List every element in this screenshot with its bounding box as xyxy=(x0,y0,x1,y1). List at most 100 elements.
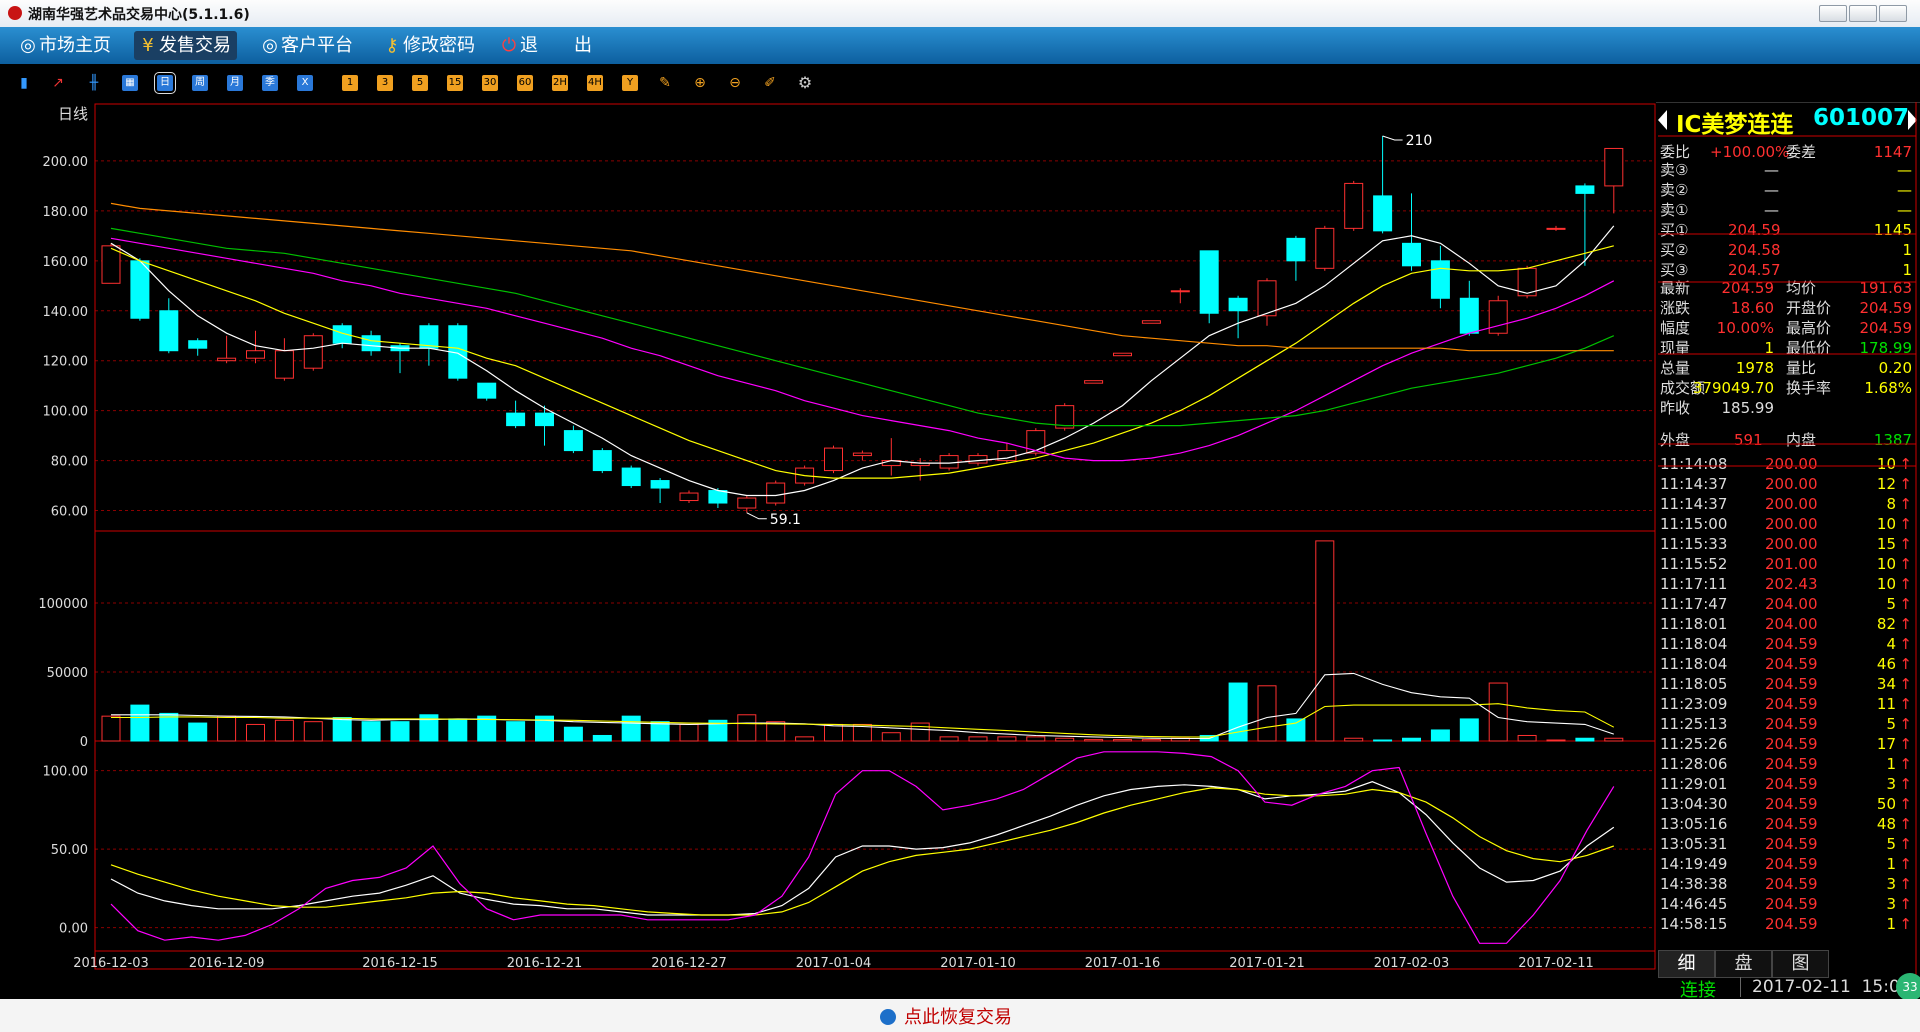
main-menu: ◎ 市场主页 ¥ 发售交易 ◎ 客户平台 ⚷ 修改密码 ⏻ 退 出 xyxy=(0,27,1920,64)
ask-label: 卖③ xyxy=(1660,161,1689,179)
tick-price: 200.00 xyxy=(1765,535,1818,553)
title-bar: 湖南华强艺术品交易中心(5.1.1.6) xyxy=(0,0,1920,28)
next-stock-icon[interactable] xyxy=(1908,110,1917,130)
volume-bar xyxy=(997,736,1017,742)
minute-15-button[interactable]: 15 xyxy=(447,75,463,91)
tick-time: 11:15:33 xyxy=(1660,535,1728,553)
minute-3-button[interactable]: 3 xyxy=(377,75,393,91)
tick-time: 11:18:05 xyxy=(1660,675,1728,693)
tick-volume: 3 xyxy=(1886,875,1896,893)
period-month-button[interactable]: 月 xyxy=(227,75,243,91)
menu-client-platform[interactable]: ◎ 客户平台 xyxy=(256,31,359,60)
tick-time: 11:25:13 xyxy=(1660,715,1728,733)
minute-5-button[interactable]: 5 xyxy=(412,75,428,91)
bid-price: 204.59 xyxy=(1728,221,1781,239)
menu-change-password[interactable]: ⚷ 修改密码 xyxy=(378,31,481,60)
prev-stock-icon[interactable] xyxy=(1658,110,1667,130)
candle-body xyxy=(679,492,699,502)
weibi-row: 委比 +100.00% 委差 1147 xyxy=(1660,143,1912,161)
line-chart-icon[interactable]: ↗ xyxy=(50,75,66,91)
tick-price: 204.59 xyxy=(1765,795,1818,813)
candle-body xyxy=(1430,260,1450,299)
tab-detail[interactable]: 细 xyxy=(1658,950,1715,978)
candle-body xyxy=(1286,237,1306,262)
volume-bar xyxy=(101,715,121,742)
candle-body xyxy=(1546,227,1566,230)
tab-orderbook[interactable]: 盘 xyxy=(1715,950,1772,978)
hour-4-button[interactable]: 4H xyxy=(587,75,603,91)
hour-2-button[interactable]: 2H xyxy=(552,75,568,91)
date-tick-label: 2017-01-16 xyxy=(1085,956,1161,971)
maximize-button[interactable] xyxy=(1849,5,1877,22)
candle-body xyxy=(1402,242,1421,267)
yen-icon: ¥ xyxy=(142,35,154,56)
minute-30-button[interactable]: 30 xyxy=(482,75,498,91)
up-arrow-icon: ↑ xyxy=(1899,855,1912,873)
year-button[interactable]: Y xyxy=(622,75,638,91)
tick-time: 11:14:08 xyxy=(1660,455,1728,473)
bid-price: 204.57 xyxy=(1728,261,1781,279)
stat-label: 最低价 xyxy=(1786,339,1832,357)
ask-label: 卖① xyxy=(1660,201,1689,219)
tick-time: 11:29:01 xyxy=(1660,775,1728,793)
tab-chart[interactable]: 图 xyxy=(1772,950,1829,978)
zoom-out-icon[interactable]: ⊖ xyxy=(727,75,743,91)
tick-price: 204.59 xyxy=(1765,875,1818,893)
tick-row: 11:15:33 200.00 15 ↑ xyxy=(1660,534,1914,554)
menu-sales-trade[interactable]: ¥ 发售交易 xyxy=(134,31,237,60)
calendar-icon[interactable]: ▦ xyxy=(122,75,138,91)
candle-body xyxy=(506,412,526,427)
minute-1-button[interactable]: 1 xyxy=(342,75,358,91)
candle-body xyxy=(1026,430,1046,454)
volume-bar xyxy=(679,723,699,742)
up-arrow-icon: ↑ xyxy=(1899,635,1912,653)
up-arrow-icon: ↑ xyxy=(1899,815,1912,833)
tick-price: 200.00 xyxy=(1765,495,1818,513)
settings-gear-icon[interactable]: ⚙ xyxy=(797,75,813,91)
candle-body xyxy=(1459,297,1479,334)
stat-row: 总量 1978 量比 0.20 xyxy=(1660,358,1914,378)
tick-volume: 5 xyxy=(1886,715,1896,733)
candle-chart-icon[interactable]: ╫ xyxy=(86,75,102,91)
stat-value: 204.59 xyxy=(1859,299,1913,317)
tick-volume: 50 xyxy=(1876,795,1896,813)
bar-chart-icon[interactable]: ▮ xyxy=(16,75,32,91)
tick-row: 11:18:04 204.59 4 ↑ xyxy=(1660,634,1914,654)
bid-price: 204.58 xyxy=(1728,241,1781,259)
period-week-button[interactable]: 周 xyxy=(192,75,208,91)
period-day-button[interactable]: 日 xyxy=(154,72,176,94)
tick-time: 11:17:47 xyxy=(1660,595,1728,613)
up-arrow-icon: ↑ xyxy=(1899,675,1912,693)
period-quarter-button[interactable]: 季 xyxy=(262,75,278,91)
volume-bar xyxy=(1575,737,1595,742)
minimize-button[interactable] xyxy=(1819,5,1847,22)
app-logo-icon xyxy=(8,6,22,20)
tick-volume: 3 xyxy=(1886,775,1896,793)
candle-body xyxy=(1170,290,1190,293)
draw-line-icon[interactable]: ✐ xyxy=(762,75,778,91)
up-arrow-icon: ↑ xyxy=(1899,575,1912,593)
volume-bar xyxy=(1430,729,1450,742)
edit-icon[interactable]: ✎ xyxy=(657,75,673,91)
power-icon: ⏻ xyxy=(501,35,517,56)
kdj-tick-label: 100.00 xyxy=(43,765,89,780)
tick-time: 13:05:31 xyxy=(1660,835,1728,853)
menu-exit[interactable]: ⏻ 退 出 xyxy=(495,31,598,60)
outer-inner-row: 外盘 591 内盘 1387 xyxy=(1660,431,1912,449)
tick-price: 204.59 xyxy=(1765,655,1818,673)
menu-market-home[interactable]: ◎ 市场主页 xyxy=(14,31,117,60)
minute-60-button[interactable]: 60 xyxy=(517,75,533,91)
candle-body xyxy=(592,450,612,472)
tick-time: 14:58:15 xyxy=(1660,915,1728,933)
tick-time: 14:46:45 xyxy=(1660,895,1728,913)
close-button[interactable] xyxy=(1879,5,1907,22)
restore-trade-link[interactable]: 点此恢复交易 xyxy=(880,1003,1012,1029)
zoom-in-icon[interactable]: ⊕ xyxy=(692,75,708,91)
up-arrow-icon: ↑ xyxy=(1899,655,1912,673)
notification-badge[interactable]: 33 xyxy=(1896,973,1920,1001)
stat-value: 18.60 xyxy=(1731,299,1774,317)
period-x-button[interactable]: X xyxy=(297,75,313,91)
tick-price: 200.00 xyxy=(1765,475,1818,493)
kline-chart-area[interactable]: 日线 200.00 180.00 160.00 140.00 120.00 100.00 8… xyxy=(0,102,1656,999)
tick-time: 11:18:04 xyxy=(1660,655,1728,673)
